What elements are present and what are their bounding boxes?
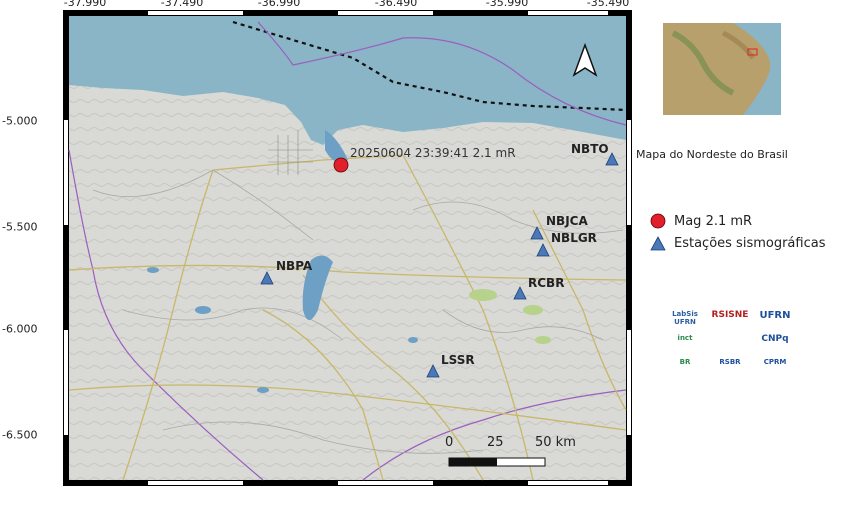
logo-rsisne: RSISNE: [711, 310, 749, 320]
map-canvas[interactable]: [63, 10, 632, 486]
legend-stations: Estações sismográficas: [650, 232, 825, 254]
logo-petrobras: BR: [679, 358, 691, 366]
station-label-nblgr: NBLGR: [551, 231, 597, 245]
legend-event-label: Mag 2.1 mR: [674, 213, 753, 229]
lat-tick-1: -5.000: [2, 114, 38, 128]
lat-tick-4: -6.500: [2, 428, 38, 442]
scale-label-25: 25: [487, 435, 504, 450]
lon-tick-6: -35.490: [586, 0, 630, 9]
station-label-lssr: LSSR: [441, 353, 475, 367]
station-label-nbto: NBTO: [571, 142, 609, 156]
logo-rsbr: RSBR: [719, 358, 741, 366]
station-label-rcbr: RCBR: [528, 276, 565, 290]
lat-tick-3: -6.000: [2, 322, 38, 336]
event-marker-icon[interactable]: [333, 157, 349, 173]
logo-labsis: LabSis UFRN: [672, 310, 698, 326]
legend-station-icon: [650, 236, 666, 251]
legend-event-icon: [650, 213, 666, 229]
station-label-nbjca: NBJCA: [546, 214, 588, 228]
legend-stations-label: Estações sismográficas: [674, 235, 826, 251]
institution-logos: LabSis UFRN RSISNE UFRN inct CNPq BR RSB…: [666, 308, 796, 378]
legend-event: Mag 2.1 mR: [650, 210, 825, 232]
scale-bar: [448, 457, 546, 467]
map-frame: 20250604 23:39:41 2.1 mR NBTO NBJCA NBLG…: [63, 10, 632, 486]
logo-ufrn: UFRN: [759, 310, 791, 321]
lon-tick-4: -36.490: [374, 0, 418, 9]
legend: Mag 2.1 mR Estações sismográficas: [650, 210, 825, 254]
lon-tick-5: -35.990: [485, 0, 529, 9]
scale-label-50: 50 km: [535, 435, 576, 450]
logo-cprm: CPRM: [763, 358, 787, 366]
inset-caption: Mapa do Nordeste do Brasil: [636, 148, 788, 161]
logo-cnpq: CNPq: [761, 334, 789, 344]
inset-map[interactable]: [663, 23, 781, 115]
scale-label-0: 0: [445, 435, 454, 450]
lat-tick-2: -5.500: [2, 220, 38, 234]
lon-tick-1: -37.990: [63, 0, 107, 9]
logo-inct: inct: [677, 334, 693, 342]
lon-tick-3: -36.990: [257, 0, 301, 9]
event-label: 20250604 23:39:41 2.1 mR: [350, 146, 516, 160]
station-label-nbpa: NBPA: [276, 259, 313, 273]
lon-tick-2: -37.490: [160, 0, 204, 9]
